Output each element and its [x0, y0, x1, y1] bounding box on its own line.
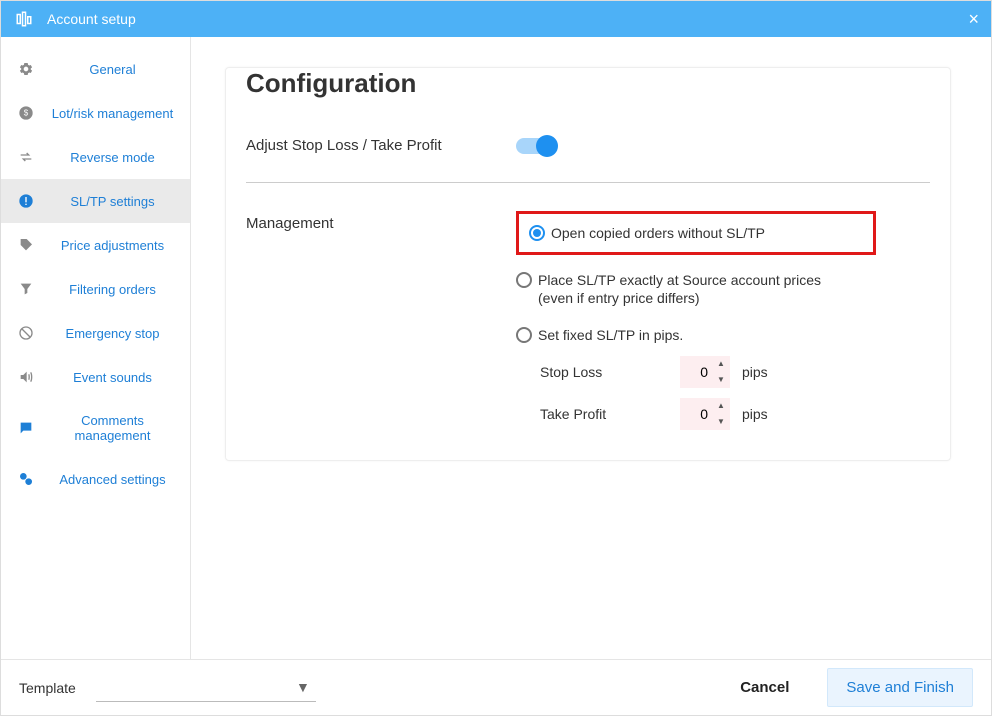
stoploss-down[interactable]: ▼ — [712, 372, 730, 388]
sidebar-item-label: SL/TP settings — [45, 194, 180, 209]
adjust-label: Adjust Stop Loss / Take Profit — [246, 137, 516, 154]
adjust-toggle[interactable] — [516, 138, 556, 154]
management-radio-group: Open copied orders without SL/TP Place S… — [516, 211, 930, 430]
template-select[interactable]: ▼ — [96, 674, 316, 702]
dollar-icon: $ — [15, 105, 37, 121]
radio-label: Set fixed SL/TP in pips. — [538, 326, 683, 344]
unit-label: pips — [742, 406, 768, 422]
content-area: Configuration Adjust Stop Loss / Take Pr… — [191, 37, 991, 659]
sidebar-item-advanced[interactable]: Advanced settings — [1, 457, 190, 501]
sidebar-item-price-adj[interactable]: Price adjustments — [1, 223, 190, 267]
stoploss-spinner[interactable]: ▲ ▼ — [680, 356, 730, 388]
stop-icon — [15, 325, 37, 341]
sound-icon — [15, 369, 37, 385]
takeprofit-row: Take Profit ▲ ▼ pips — [540, 398, 930, 430]
tag-icon — [15, 237, 37, 253]
sidebar: General $ Lot/risk management Reverse mo… — [1, 37, 191, 659]
stoploss-up[interactable]: ▲ — [712, 356, 730, 372]
sidebar-item-label: Reverse mode — [45, 150, 180, 165]
radio-label: Place SL/TP exactly at Source account pr… — [538, 271, 848, 307]
gears-icon — [15, 471, 37, 487]
takeprofit-down[interactable]: ▼ — [712, 414, 730, 430]
radio-label: Open copied orders without SL/TP — [551, 224, 765, 242]
radio-place-exactly[interactable]: Place SL/TP exactly at Source account pr… — [516, 265, 930, 313]
svg-text:$: $ — [24, 109, 29, 118]
sidebar-item-lot-risk[interactable]: $ Lot/risk management — [1, 91, 190, 135]
divider — [246, 182, 930, 183]
template-label: Template — [19, 680, 76, 696]
sidebar-item-reverse[interactable]: Reverse mode — [1, 135, 190, 179]
sidebar-item-comments[interactable]: Comments management — [1, 399, 190, 457]
sidebar-item-label: Event sounds — [45, 370, 180, 385]
unit-label: pips — [742, 364, 768, 380]
takeprofit-spinner[interactable]: ▲ ▼ — [680, 398, 730, 430]
chevron-down-icon: ▼ — [296, 679, 310, 695]
app-icon — [13, 8, 35, 30]
page-title: Configuration — [246, 68, 930, 99]
sidebar-item-label: Advanced settings — [45, 472, 180, 487]
close-icon[interactable]: × — [968, 9, 979, 30]
radio-open-without-sltp[interactable]: Open copied orders without SL/TP — [529, 218, 863, 248]
radio-icon — [516, 272, 532, 288]
sidebar-item-label: Lot/risk management — [45, 106, 180, 121]
takeprofit-up[interactable]: ▲ — [712, 398, 730, 414]
window-title: Account setup — [47, 11, 968, 27]
takeprofit-input[interactable] — [680, 406, 712, 422]
sidebar-item-label: Filtering orders — [45, 282, 180, 297]
stoploss-label: Stop Loss — [540, 364, 680, 380]
takeprofit-label: Take Profit — [540, 406, 680, 422]
comment-icon — [15, 420, 37, 436]
radio-icon — [516, 327, 532, 343]
titlebar: Account setup × — [1, 1, 991, 37]
sidebar-item-sltp[interactable]: SL/TP settings — [1, 179, 190, 223]
radio-icon — [529, 225, 545, 241]
gear-icon — [15, 61, 37, 77]
highlight-box: Open copied orders without SL/TP — [516, 211, 876, 255]
sidebar-item-label: General — [45, 62, 180, 77]
sidebar-item-filtering[interactable]: Filtering orders — [1, 267, 190, 311]
cancel-button[interactable]: Cancel — [722, 669, 807, 706]
sidebar-item-sounds[interactable]: Event sounds — [1, 355, 190, 399]
sidebar-item-emergency[interactable]: Emergency stop — [1, 311, 190, 355]
save-and-finish-button[interactable]: Save and Finish — [827, 668, 973, 707]
radio-fixed-pips[interactable]: Set fixed SL/TP in pips. — [516, 320, 930, 350]
alert-icon — [15, 193, 37, 209]
adjust-row: Adjust Stop Loss / Take Profit — [246, 127, 930, 164]
stoploss-row: Stop Loss ▲ ▼ pips — [540, 356, 930, 388]
sidebar-item-label: Emergency stop — [45, 326, 180, 341]
sidebar-item-general[interactable]: General — [1, 47, 190, 91]
footer: Template ▼ Cancel Save and Finish — [1, 659, 991, 715]
filter-icon — [15, 281, 37, 297]
stoploss-input[interactable] — [680, 364, 712, 380]
sidebar-item-label: Comments management — [45, 413, 180, 443]
sidebar-item-label: Price adjustments — [45, 238, 180, 253]
reverse-icon — [15, 149, 37, 165]
management-label: Management — [246, 211, 516, 232]
